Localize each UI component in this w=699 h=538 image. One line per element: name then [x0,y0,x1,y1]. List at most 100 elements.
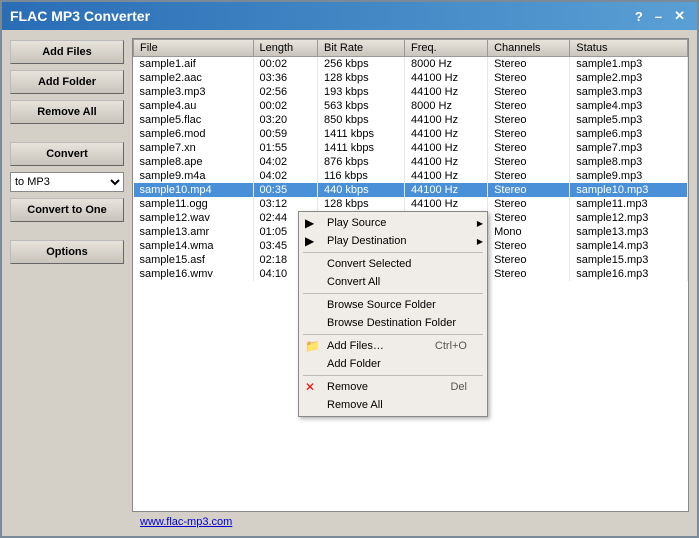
cell-status: sample6.mp3 [570,127,688,141]
table-row[interactable]: sample3.mp302:56193 kbps44100 HzStereosa… [134,85,688,99]
spacer1 [10,130,124,136]
menu-item-label: Browse Destination Folder [327,317,456,329]
menu-separator [303,293,483,294]
col-freq: Freq. [405,40,488,57]
cell-file: sample12.wav [134,211,254,225]
table-row[interactable]: sample9.m4a04:02116 kbps44100 HzStereosa… [134,169,688,183]
table-row[interactable]: sample10.mp400:35440 kbps44100 HzStereos… [134,183,688,197]
cell-bitrate: 128 kbps [318,197,405,211]
table-row[interactable]: sample11.ogg03:12128 kbps44100 HzStereos… [134,197,688,211]
cell-status: sample11.mp3 [570,197,688,211]
add-folder-button[interactable]: Add Folder [10,70,124,94]
table-row[interactable]: sample6.mod00:591411 kbps44100 HzStereos… [134,127,688,141]
cell-status: sample10.mp3 [570,183,688,197]
menu-item-label: Play Source [327,217,386,229]
menu-item-add-files…[interactable]: 📁 Add Files… Ctrl+O [299,337,487,355]
cell-channels: Stereo [488,71,570,85]
menu-item-play-destination[interactable]: ▶Play Destination [299,232,487,250]
cell-channels: Stereo [488,169,570,183]
main-content: Add Files Add Folder Remove All Convert … [2,30,697,536]
cell-length: 03:12 [253,197,317,211]
cell-status: sample9.mp3 [570,169,688,183]
website-link[interactable]: www.flac-mp3.com [132,510,240,534]
cell-status: sample5.mp3 [570,113,688,127]
col-status: Status [570,40,688,57]
minimize-button[interactable]: – [651,9,666,24]
add-files-button[interactable]: Add Files [10,40,124,64]
menu-item-label: Remove All [327,399,383,411]
cell-bitrate: 1411 kbps [318,127,405,141]
cell-length: 03:36 [253,71,317,85]
format-row: to MP3to WAVto FLACto AACto OGG [10,172,124,192]
context-menu: ▶Play Source▶Play Destination Convert Sel… [298,211,488,417]
cell-bitrate: 116 kbps [318,169,405,183]
file-table: File Length Bit Rate Freq. Channels Stat… [132,38,689,512]
cell-channels: Stereo [488,57,570,72]
cell-channels: Stereo [488,211,570,225]
table-row[interactable]: sample4.au00:02563 kbps8000 HzStereosamp… [134,99,688,113]
menu-item-remove-all[interactable]: Remove All [299,396,487,414]
col-bitrate: Bit Rate [318,40,405,57]
cell-status: sample15.mp3 [570,253,688,267]
convert-to-one-button[interactable]: Convert to One [10,198,124,222]
menu-item-convert-all[interactable]: Convert All [299,273,487,291]
menu-item-shortcut: Ctrl+O [435,340,467,352]
col-channels: Channels [488,40,570,57]
cell-freq: 44100 Hz [405,141,488,155]
cell-file: sample2.aac [134,71,254,85]
cell-channels: Stereo [488,267,570,281]
menu-item-browse-destination-folder[interactable]: Browse Destination Folder [299,314,487,332]
cell-length: 04:02 [253,155,317,169]
menu-item-add-folder[interactable]: Add Folder [299,355,487,373]
cell-freq: 44100 Hz [405,85,488,99]
table-row[interactable]: sample8.ape04:02876 kbps44100 HzStereosa… [134,155,688,169]
menu-separator [303,252,483,253]
cell-file: sample15.asf [134,253,254,267]
menu-item-icon: ✕ [305,380,315,394]
menu-item-icon: 📁 [305,339,320,353]
bottom-area: www.flac-mp3.com [132,512,689,528]
menu-item-remove[interactable]: ✕RemoveDel [299,378,487,396]
table-row[interactable]: sample2.aac03:36128 kbps44100 HzStereosa… [134,71,688,85]
cell-bitrate: 256 kbps [318,57,405,72]
remove-all-button[interactable]: Remove All [10,100,124,124]
cell-channels: Stereo [488,183,570,197]
format-select[interactable]: to MP3to WAVto FLACto AACto OGG [10,172,124,192]
menu-item-convert-selected[interactable]: Convert Selected [299,255,487,273]
cell-channels: Stereo [488,239,570,253]
help-button[interactable]: ? [631,9,647,24]
menu-item-browse-source-folder[interactable]: Browse Source Folder [299,296,487,314]
cell-bitrate: 876 kbps [318,155,405,169]
table-row[interactable]: sample5.flac03:20850 kbps44100 HzStereos… [134,113,688,127]
cell-channels: Stereo [488,85,570,99]
cell-freq: 8000 Hz [405,99,488,113]
cell-status: sample1.mp3 [570,57,688,72]
main-window: FLAC MP3 Converter ? – ✕ Add Files Add F… [0,0,699,538]
cell-channels: Stereo [488,141,570,155]
cell-channels: Stereo [488,127,570,141]
cell-bitrate: 850 kbps [318,113,405,127]
cell-status: sample14.mp3 [570,239,688,253]
col-length: Length [253,40,317,57]
menu-item-label: Add Files… [327,340,384,352]
close-button[interactable]: ✕ [670,8,689,24]
cell-length: 00:02 [253,99,317,113]
table-row[interactable]: sample1.aif00:02256 kbps8000 HzStereosam… [134,57,688,72]
title-bar-buttons: ? – ✕ [631,8,689,24]
options-button[interactable]: Options [10,240,124,264]
cell-freq: 8000 Hz [405,57,488,72]
cell-status: sample12.mp3 [570,211,688,225]
title-bar: FLAC MP3 Converter ? – ✕ [2,2,697,30]
cell-status: sample13.mp3 [570,225,688,239]
convert-button[interactable]: Convert [10,142,124,166]
cell-file: sample11.ogg [134,197,254,211]
sidebar: Add Files Add Folder Remove All Convert … [2,30,132,536]
cell-channels: Mono [488,225,570,239]
table-row[interactable]: sample7.xn01:551411 kbps44100 HzStereosa… [134,141,688,155]
cell-status: sample8.mp3 [570,155,688,169]
cell-freq: 44100 Hz [405,113,488,127]
cell-length: 03:20 [253,113,317,127]
cell-file: sample13.amr [134,225,254,239]
cell-bitrate: 440 kbps [318,183,405,197]
menu-item-play-source[interactable]: ▶Play Source [299,214,487,232]
